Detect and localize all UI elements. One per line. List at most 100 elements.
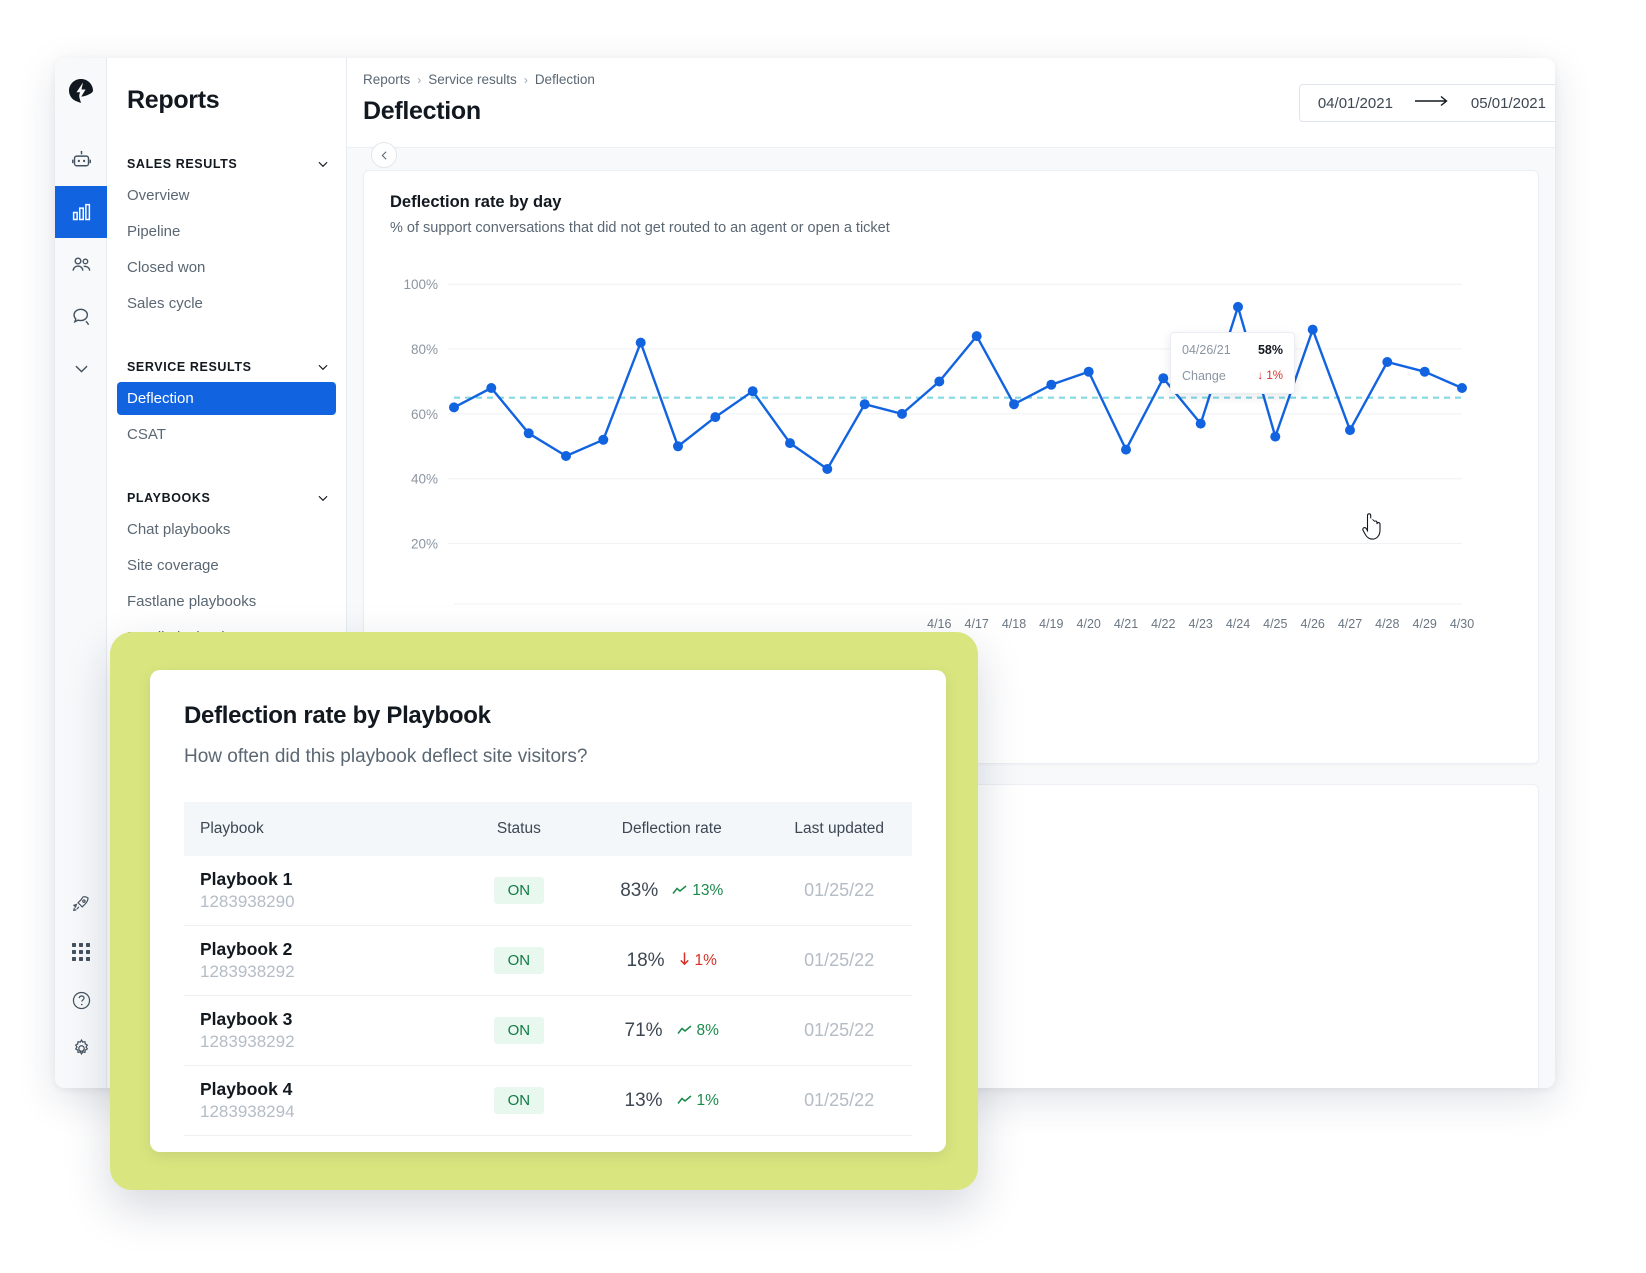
sidebar-item-fastlane-playbooks[interactable]: Fastlane playbooks <box>107 585 336 618</box>
cell-updated: 01/25/22 <box>766 996 912 1066</box>
collapse-sidebar-button[interactable] <box>371 142 397 168</box>
line-chart-svg[interactable]: 20%40%60%80%100%4/164/174/184/194/204/21… <box>390 246 1480 646</box>
date-range-start[interactable]: 04/01/2021 <box>1318 95 1393 112</box>
rate-cell: 13% 1% <box>577 1090 766 1112</box>
cell-playbook: Playbook 2 1283938292 <box>184 926 461 996</box>
playbook-id: 1283938292 <box>200 962 461 982</box>
svg-text:4/29: 4/29 <box>1413 617 1437 631</box>
nav-group-text: SALES RESULTS <box>127 157 237 171</box>
breadcrumb-item-service-results[interactable]: Service results <box>428 72 517 87</box>
line-card-title: Deflection rate by day <box>390 193 1512 212</box>
tooltip-value: 58% <box>1258 343 1283 357</box>
breadcrumb-item-deflection[interactable]: Deflection <box>535 72 595 87</box>
sidebar-item-sales-cycle[interactable]: Sales cycle <box>107 287 336 320</box>
delta-up: 1% <box>677 1092 719 1110</box>
date-range-picker[interactable]: 04/01/2021 05/01/2021 <box>1299 84 1555 122</box>
trend-up-icon <box>672 882 687 900</box>
table-row[interactable]: Playbook 1 1283938290 ON 83% <box>184 856 912 926</box>
column-header-playbook[interactable]: Playbook <box>184 802 461 856</box>
cell-playbook: Playbook 1 1283938290 <box>184 856 461 926</box>
rate-cell: 18% 1% <box>577 950 766 972</box>
trend-up-icon <box>677 1092 692 1110</box>
rail-item-contacts[interactable] <box>55 238 107 290</box>
last-updated: 01/25/22 <box>804 880 874 900</box>
table-row[interactable]: Playbook 4 1283938294 ON 13% <box>184 1066 912 1136</box>
rail-item-bots[interactable] <box>55 134 107 186</box>
svg-text:4/18: 4/18 <box>1002 617 1026 631</box>
status-badge: ON <box>494 947 545 974</box>
svg-text:4/23: 4/23 <box>1189 617 1213 631</box>
sidebar-item-overview[interactable]: Overview <box>107 179 336 212</box>
tooltip-change-value: ↓ 1% <box>1257 370 1283 382</box>
rate-value: 18% <box>627 950 665 972</box>
nav-group-service-results: SERVICE RESULTS Deflection CSAT <box>107 360 346 451</box>
cell-updated: 01/25/22 <box>766 856 912 926</box>
rail-item-reports[interactable] <box>55 186 107 238</box>
playbook-name: Playbook 1 <box>200 869 461 890</box>
nav-items-sales-results: Overview Pipeline Closed won Sales cycle <box>107 179 346 320</box>
playbook-table-head: Playbook Status Deflection rate Last upd… <box>184 802 912 856</box>
svg-text:100%: 100% <box>403 277 438 292</box>
rate-cell: 83% 13% <box>577 880 766 902</box>
rail-items <box>55 134 106 394</box>
chevron-down-icon[interactable] <box>316 491 330 505</box>
delta-down: 1% <box>679 952 717 970</box>
svg-text:4/16: 4/16 <box>927 617 951 631</box>
svg-text:4/17: 4/17 <box>965 617 989 631</box>
table-header-row: Playbook Status Deflection rate Last upd… <box>184 802 912 856</box>
nav-group-label-playbooks[interactable]: PLAYBOOKS <box>107 491 346 505</box>
rate-value: 13% <box>625 1090 663 1112</box>
table-row[interactable]: Playbook 2 1283938292 ON 18% <box>184 926 912 996</box>
delta-value: 8% <box>697 1022 719 1040</box>
status-badge: ON <box>494 877 545 904</box>
nav-group-label-sales-results[interactable]: SALES RESULTS <box>107 157 346 171</box>
delta-value: 13% <box>692 882 723 900</box>
svg-text:20%: 20% <box>411 537 438 552</box>
column-header-deflection-rate[interactable]: Deflection rate <box>577 802 766 856</box>
cell-rate: 18% 1% <box>577 926 766 996</box>
arrow-right-icon <box>1415 94 1449 112</box>
chart-tooltip: 04/26/21 58% Change ↓ 1% <box>1170 332 1295 394</box>
table-row[interactable]: Playbook 3 1283938292 ON 71% <box>184 996 912 1066</box>
chevron-down-icon[interactable] <box>316 157 330 171</box>
nav-group-label-service-results[interactable]: SERVICE RESULTS <box>107 360 346 374</box>
sidebar-item-closed-won[interactable]: Closed won <box>107 251 336 284</box>
nav-items-service-results: Deflection CSAT <box>107 382 346 451</box>
cell-updated: 01/25/22 <box>766 926 912 996</box>
help-circle-icon[interactable] <box>55 976 107 1024</box>
cell-status: ON <box>461 856 577 926</box>
breadcrumb-separator: › <box>524 73 528 87</box>
delta-up: 8% <box>677 1022 719 1040</box>
chevron-down-icon[interactable] <box>316 360 330 374</box>
bolt-logo <box>66 76 96 106</box>
sidebar-item-chat-playbooks[interactable]: Chat playbooks <box>107 513 336 546</box>
svg-text:4/19: 4/19 <box>1039 617 1063 631</box>
cell-playbook: Playbook 4 1283938294 <box>184 1066 461 1136</box>
nav-title: Reports <box>107 86 346 115</box>
cell-status: ON <box>461 996 577 1066</box>
sidebar-item-site-coverage[interactable]: Site coverage <box>107 549 336 582</box>
breadcrumb-item-reports[interactable]: Reports <box>363 72 410 87</box>
rail-item-conversations[interactable] <box>55 290 107 342</box>
sidebar-item-deflection[interactable]: Deflection <box>117 382 336 415</box>
sidebar-item-pipeline[interactable]: Pipeline <box>107 215 336 248</box>
column-header-last-updated[interactable]: Last updated <box>766 802 912 856</box>
cell-status: ON <box>461 1066 577 1136</box>
playbook-name: Playbook 3 <box>200 1009 461 1030</box>
rocket-icon[interactable] <box>55 880 107 928</box>
svg-text:4/27: 4/27 <box>1338 617 1362 631</box>
rail-item-more[interactable] <box>55 342 107 394</box>
last-updated: 01/25/22 <box>804 1090 874 1110</box>
nav-group-playbooks: PLAYBOOKS Chat playbooks Site coverage F… <box>107 491 346 654</box>
playbook-id: 1283938290 <box>200 892 461 912</box>
column-header-status[interactable]: Status <box>461 802 577 856</box>
playbook-table-body: Playbook 1 1283938290 ON 83% <box>184 856 912 1136</box>
svg-text:4/26: 4/26 <box>1301 617 1325 631</box>
apps-grid-icon[interactable] <box>55 928 107 976</box>
delta-up: 13% <box>672 882 723 900</box>
date-range-end[interactable]: 05/01/2021 <box>1471 95 1546 112</box>
sidebar-item-csat[interactable]: CSAT <box>107 418 336 451</box>
cell-rate: 13% 1% <box>577 1066 766 1136</box>
rate-cell: 71% 8% <box>577 1020 766 1042</box>
gear-icon[interactable] <box>55 1024 107 1072</box>
